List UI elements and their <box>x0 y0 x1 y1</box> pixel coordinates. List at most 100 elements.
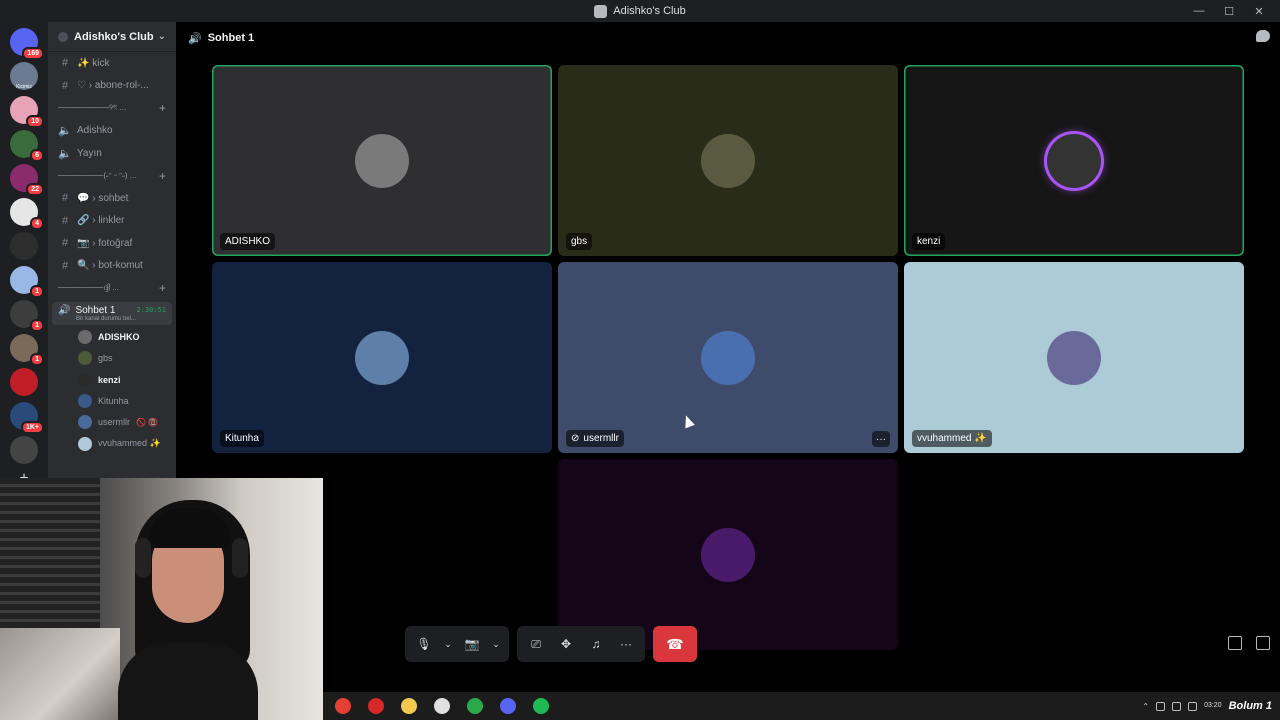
active-voice-name: Sohbet 1 <box>75 304 116 316</box>
hash-icon: # <box>61 57 69 70</box>
server-icon[interactable]: Kicimiz <box>10 62 38 90</box>
activities-button[interactable]: ✥ <box>553 630 579 658</box>
taskbar-app-chrome[interactable] <box>331 694 355 718</box>
server-icon <box>58 31 68 42</box>
hash-icon: # <box>61 79 69 92</box>
title-bar: Adishko's Club — ☐ ✕ <box>0 0 1280 22</box>
volume-icon[interactable] <box>1172 701 1182 711</box>
active-voice-channel[interactable]: 🔊 Sohbet 1 2:30:51 Bir kanal durumu bel.… <box>52 301 172 325</box>
streamer-body <box>118 643 258 720</box>
server-icon[interactable]: 169 <box>10 28 44 60</box>
participant-tile[interactable]: Yaman <box>558 459 898 650</box>
more-options-button[interactable]: ··· <box>613 630 639 658</box>
server-icon[interactable]: 1 <box>10 300 44 332</box>
mic-options-chevron-icon[interactable]: ⌄ <box>441 630 455 658</box>
participant-name-tag: gbs <box>566 233 593 250</box>
tile-more-button[interactable]: ··· <box>872 431 890 447</box>
server-icon[interactable]: 6 <box>10 130 44 162</box>
minimize-button[interactable]: — <box>1186 2 1212 20</box>
camera-button[interactable]: 📷 <box>459 630 485 658</box>
participant-tile[interactable]: Kitunha <box>212 262 552 453</box>
disconnect-button[interactable]: ☎ <box>653 626 697 662</box>
add-channel-icon[interactable]: + <box>159 281 166 295</box>
network-icon[interactable] <box>1156 701 1166 711</box>
taskbar-app-discord[interactable] <box>496 694 520 718</box>
battery-icon[interactable] <box>1188 701 1198 711</box>
server-icon[interactable] <box>10 436 38 464</box>
category-header[interactable]: ─────────୨ৎ ... + <box>48 97 176 120</box>
participant-name: Kitunha <box>225 433 259 444</box>
hash-icon: # <box>61 237 69 250</box>
server-icon[interactable]: 1 <box>10 266 44 298</box>
voice-channel[interactable]: 🔈 Yayın <box>48 142 176 165</box>
text-channel[interactable]: # 🔗 › linkler <box>48 210 176 233</box>
voice-member[interactable]: ADISHKO <box>48 327 176 348</box>
category-header[interactable]: ────────ദ്ദി ... + <box>48 277 176 300</box>
taskbar-app-spotify[interactable] <box>529 694 553 718</box>
participant-tile[interactable]: kenzi <box>904 65 1244 256</box>
server-icon[interactable]: 4 <box>10 198 44 230</box>
member-name: vvuhammed ✨ <box>98 438 161 449</box>
taskbar-app-media[interactable] <box>463 694 487 718</box>
notification-badge: 4 <box>30 217 44 230</box>
voice-member[interactable]: usermllr 🚫 📵 <box>48 412 176 433</box>
server-icon[interactable] <box>10 368 38 396</box>
tray-chevron-icon[interactable]: ⌃ <box>1142 702 1149 711</box>
chat-icon[interactable] <box>1256 30 1270 42</box>
camera-options-chevron-icon[interactable]: ⌄ <box>489 630 503 658</box>
category-label: ────────(˶ᵔ ᵕ ᵔ˶) ... <box>58 171 137 181</box>
category-header[interactable]: ────────(˶ᵔ ᵕ ᵔ˶) ... + <box>48 165 176 188</box>
member-name: ADISHKO <box>98 332 140 343</box>
avatar <box>701 527 755 582</box>
text-channel[interactable]: # ♡ › abone-rol-... <box>48 75 176 98</box>
server-icon[interactable]: 1 <box>10 334 44 366</box>
text-channel[interactable]: # 💬 › sohbet <box>48 187 176 210</box>
channel-label: Yayın <box>77 147 102 159</box>
member-name: Kitunha <box>98 396 129 407</box>
text-channel[interactable]: # 📷 › fotoğraf <box>48 232 176 255</box>
maximize-button[interactable]: ☐ <box>1216 2 1242 20</box>
voice-member[interactable]: gbs <box>48 348 176 369</box>
taskbar-app-youtube-music[interactable] <box>364 694 388 718</box>
server-header[interactable]: Adishko's Club ⌄ <box>48 22 176 52</box>
popout-icon[interactable] <box>1228 636 1242 650</box>
notification-badge: 1 <box>30 285 44 298</box>
close-button[interactable]: ✕ <box>1246 2 1272 20</box>
voice-channel[interactable]: 🔈 Adishko <box>48 120 176 143</box>
clock[interactable]: 03:20 <box>1204 702 1222 710</box>
participant-tile[interactable]: ADISHKO <box>212 65 552 256</box>
microphone-button[interactable]: 🎙 <box>411 630 437 658</box>
soundboard-button[interactable]: ♫ <box>583 630 609 658</box>
taskbar-app-obs[interactable] <box>430 694 454 718</box>
chrome-icon <box>335 698 351 714</box>
server-icon[interactable]: 10 <box>10 96 44 128</box>
text-channel[interactable]: # 🔍 › bot-komut <box>48 255 176 278</box>
headphone-right <box>232 538 248 578</box>
app-icon <box>594 4 608 18</box>
voice-timer: 2:30:51 <box>136 306 166 314</box>
call-header: 🔊 Sohbet 1 <box>176 22 1280 54</box>
participant-tile[interactable]: gbs <box>558 65 898 256</box>
server-icon[interactable]: 22 <box>10 164 44 196</box>
participant-name: kenzi <box>917 236 941 247</box>
server-icon[interactable]: 1K+ <box>10 402 44 434</box>
server-icon[interactable] <box>10 232 38 260</box>
participant-tile[interactable]: vvuhammed ✨ <box>904 262 1244 453</box>
channel-list: # ✨ kick # ♡ › abone-rol-... ─────────୨ৎ ...… <box>48 52 176 300</box>
voice-member[interactable]: Kitunha <box>48 390 176 411</box>
chevron-down-icon: ⌄ <box>157 31 166 42</box>
add-channel-icon[interactable]: + <box>159 101 166 115</box>
taskbar-apps <box>323 694 553 718</box>
text-channel[interactable]: # ✨ kick <box>48 52 176 75</box>
taskbar-app-file-explorer[interactable] <box>397 694 421 718</box>
voice-member[interactable]: kenzi <box>48 369 176 390</box>
server-label: Kicimiz <box>16 84 32 90</box>
voice-member[interactable]: vvuhammed ✨ <box>48 433 176 454</box>
add-channel-icon[interactable]: + <box>159 169 166 183</box>
participant-tile[interactable]: ⊘ usermllr ··· <box>558 262 898 453</box>
obs-icon <box>434 698 450 714</box>
hash-icon: # <box>61 259 69 272</box>
screen-share-button[interactable]: ⎚ <box>523 630 549 658</box>
hash-icon: # <box>61 214 69 227</box>
fullscreen-icon[interactable] <box>1256 636 1270 650</box>
